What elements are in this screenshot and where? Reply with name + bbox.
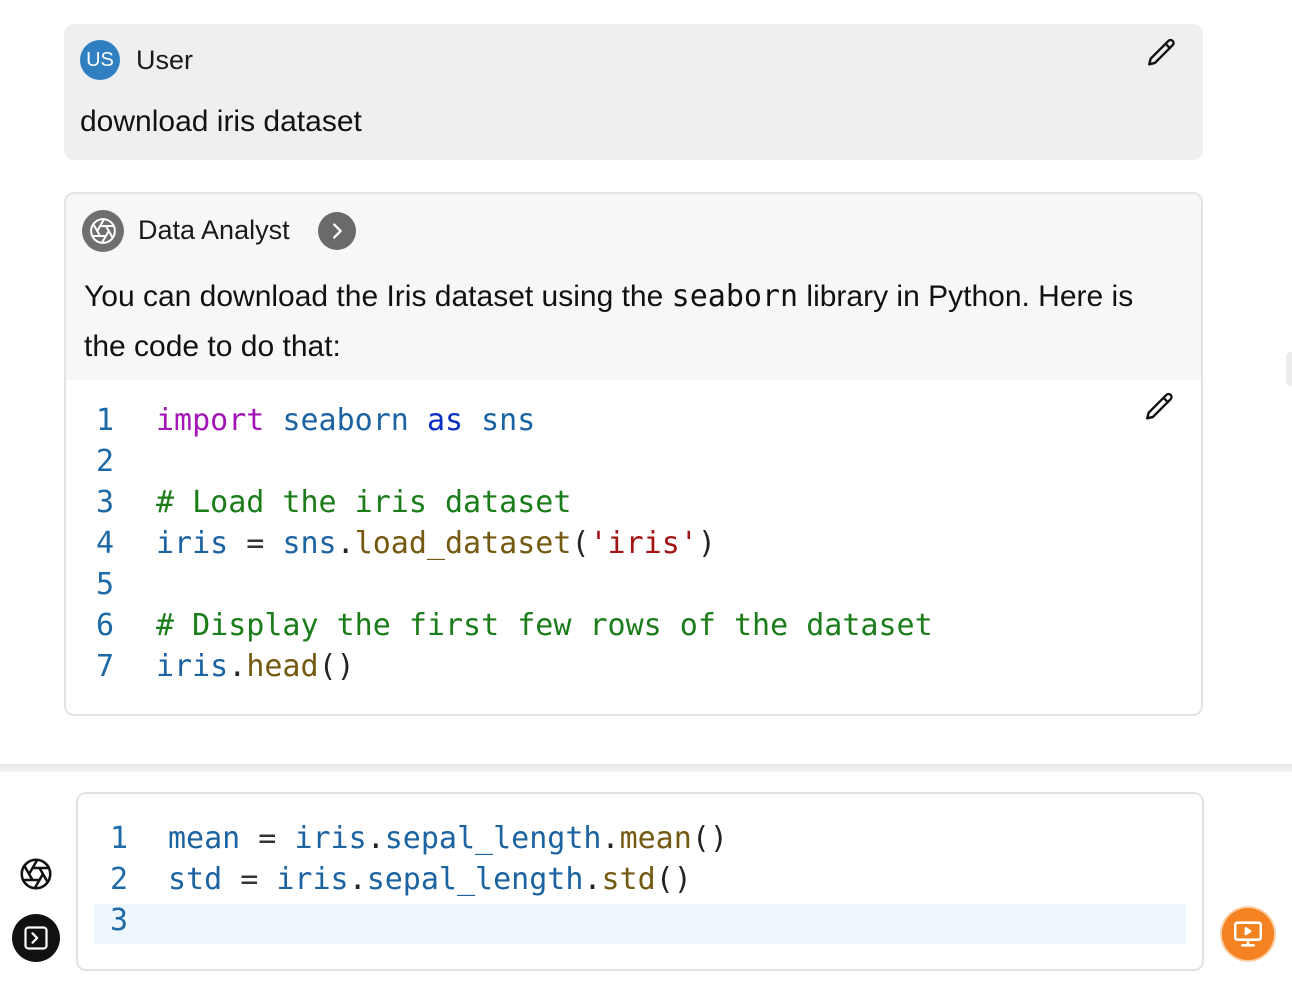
user-author-name: User bbox=[136, 45, 194, 75]
code-token: # Load the iris dataset bbox=[156, 485, 572, 520]
code-token: () bbox=[655, 862, 692, 897]
code-line: 2 std = iris.sepal_length.std() bbox=[78, 859, 1202, 900]
assistant-text-part: You can download the Iris dataset using … bbox=[84, 280, 672, 313]
code-token: iris bbox=[156, 526, 229, 561]
assistant-message-header: Data Analyst You can download the Iris d… bbox=[66, 194, 1201, 380]
code-token: . bbox=[601, 821, 620, 856]
line-number: 5 bbox=[96, 567, 115, 602]
code-token: import bbox=[156, 403, 265, 438]
pencil-icon[interactable] bbox=[1145, 36, 1179, 70]
code-text: # Display the first few rows of the data… bbox=[156, 605, 933, 646]
code-token: sns bbox=[282, 526, 337, 561]
code-token: mean bbox=[168, 821, 241, 856]
code-line: 3 bbox=[78, 900, 1202, 941]
code-token: head bbox=[246, 649, 319, 684]
user-message-text: download iris dataset bbox=[80, 105, 362, 138]
code-token: = bbox=[228, 526, 283, 561]
code-line: 2 bbox=[66, 441, 1201, 482]
aperture-icon bbox=[82, 210, 124, 252]
code-token: . bbox=[228, 649, 247, 684]
code-text: import seaborn as sns bbox=[156, 400, 535, 441]
presentation-play-icon bbox=[1233, 921, 1263, 947]
code-line: 6 # Display the first few rows of the dat… bbox=[66, 605, 1201, 646]
code-text: iris.head() bbox=[156, 646, 355, 687]
code-token: std bbox=[168, 862, 223, 897]
code-text: mean = iris.sepal_length.mean() bbox=[168, 818, 728, 859]
code-token: mean bbox=[619, 821, 692, 856]
assistant-author-name: Data Analyst bbox=[138, 215, 290, 245]
code-token: () bbox=[691, 821, 728, 856]
user-avatar-initials: US bbox=[86, 48, 114, 71]
user-message-card: US User download iris dataset bbox=[64, 24, 1203, 160]
code-token: . bbox=[583, 862, 602, 897]
code-line: 1 import seaborn as sns bbox=[66, 400, 1201, 441]
code-line: 7 iris.head() bbox=[66, 646, 1201, 687]
terminal-icon bbox=[24, 926, 48, 950]
line-number: 6 bbox=[96, 608, 115, 643]
aperture-icon[interactable] bbox=[18, 856, 54, 892]
line-number: 4 bbox=[96, 526, 115, 561]
editor-code-block[interactable]: 1 mean = iris.sepal_length.mean() 2 std = i… bbox=[78, 818, 1202, 941]
code-token: # Display the first few rows of the data… bbox=[156, 608, 933, 643]
code-token: iris bbox=[156, 649, 229, 684]
code-token: seaborn bbox=[282, 403, 409, 438]
line-number: 1 bbox=[110, 821, 129, 856]
code-line: 3 # Load the iris dataset bbox=[66, 482, 1201, 523]
code-token: iris bbox=[276, 862, 349, 897]
code-line: 1 mean = iris.sepal_length.mean() bbox=[78, 818, 1202, 859]
line-number: 2 bbox=[96, 444, 115, 479]
code-text: iris = sns.load_dataset('iris') bbox=[156, 523, 716, 564]
code-token: 'iris' bbox=[589, 526, 698, 561]
code-text: # Load the iris dataset bbox=[156, 482, 571, 523]
line-number: 7 bbox=[96, 649, 115, 684]
assistant-message-card: Data Analyst You can download the Iris d… bbox=[64, 192, 1203, 716]
line-number: 3 bbox=[110, 903, 129, 938]
code-token: . bbox=[336, 526, 355, 561]
code-token: sns bbox=[481, 403, 536, 438]
run-presentation-button[interactable] bbox=[1222, 908, 1274, 960]
code-token: ) bbox=[697, 526, 716, 561]
line-number: 1 bbox=[96, 403, 115, 438]
code-editor[interactable]: 1 mean = iris.sepal_length.mean() 2 std = i… bbox=[76, 792, 1204, 971]
code-token: as bbox=[426, 403, 464, 438]
chevron-right-icon bbox=[333, 223, 342, 239]
code-token: () bbox=[318, 649, 355, 684]
expand-button[interactable] bbox=[318, 212, 356, 250]
inline-code: seaborn bbox=[671, 279, 799, 314]
code-token: = bbox=[222, 862, 277, 897]
code-token: . bbox=[348, 862, 367, 897]
scroll-handle[interactable] bbox=[1286, 352, 1292, 386]
code-text: std = iris.sepal_length.std() bbox=[168, 859, 692, 900]
code-token: ( bbox=[571, 526, 590, 561]
user-avatar: US bbox=[80, 40, 120, 80]
panel-divider[interactable] bbox=[0, 764, 1292, 772]
line-number: 2 bbox=[110, 862, 129, 897]
code-line: 4 iris = sns.load_dataset('iris') bbox=[66, 523, 1201, 564]
code-token: iris bbox=[294, 821, 367, 856]
code-token: sepal_length bbox=[366, 862, 584, 897]
code-token: sepal_length bbox=[384, 821, 602, 856]
assistant-code-block: 1 import seaborn as sns 2 3 # Load the iris … bbox=[66, 400, 1201, 687]
line-number: 3 bbox=[96, 485, 115, 520]
assistant-message-text: You can download the Iris dataset using … bbox=[84, 272, 1174, 372]
code-line: 5 bbox=[66, 564, 1201, 605]
code-token: = bbox=[240, 821, 295, 856]
code-token: std bbox=[601, 862, 656, 897]
code-token: . bbox=[366, 821, 385, 856]
code-token: load_dataset bbox=[354, 526, 572, 561]
terminal-button[interactable] bbox=[12, 914, 60, 962]
